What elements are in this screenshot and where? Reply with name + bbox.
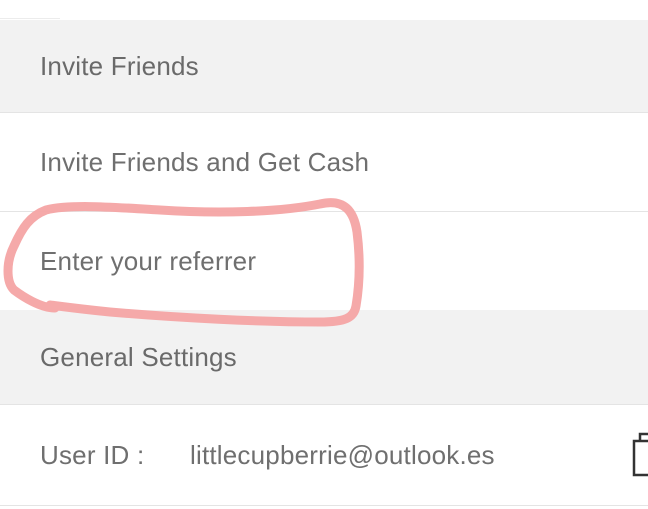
invite-friends-get-cash-item[interactable]: Invite Friends and Get Cash xyxy=(0,112,648,212)
user-id-value: littlecupberrie@outlook.es xyxy=(190,439,495,470)
section-header-label: Invite Friends xyxy=(40,50,199,81)
invite-friends-get-cash-label: Invite Friends and Get Cash xyxy=(40,147,370,177)
settings-screen: Invite Friends Invite Friends and Get Ca… xyxy=(0,0,648,509)
enter-referrer-label: Enter your referrer xyxy=(40,246,257,276)
user-id-label: User ID : xyxy=(40,439,145,470)
section-header-label: General Settings xyxy=(40,341,237,372)
top-strip xyxy=(0,0,648,20)
divider xyxy=(0,18,60,19)
copy-icon[interactable] xyxy=(632,431,648,477)
enter-referrer-item[interactable]: Enter your referrer xyxy=(0,211,648,311)
section-header-invite-friends: Invite Friends xyxy=(0,20,648,112)
user-id-item: User ID : littlecupberrie@outlook.es xyxy=(0,404,648,506)
section-header-general-settings: General Settings xyxy=(0,310,648,404)
